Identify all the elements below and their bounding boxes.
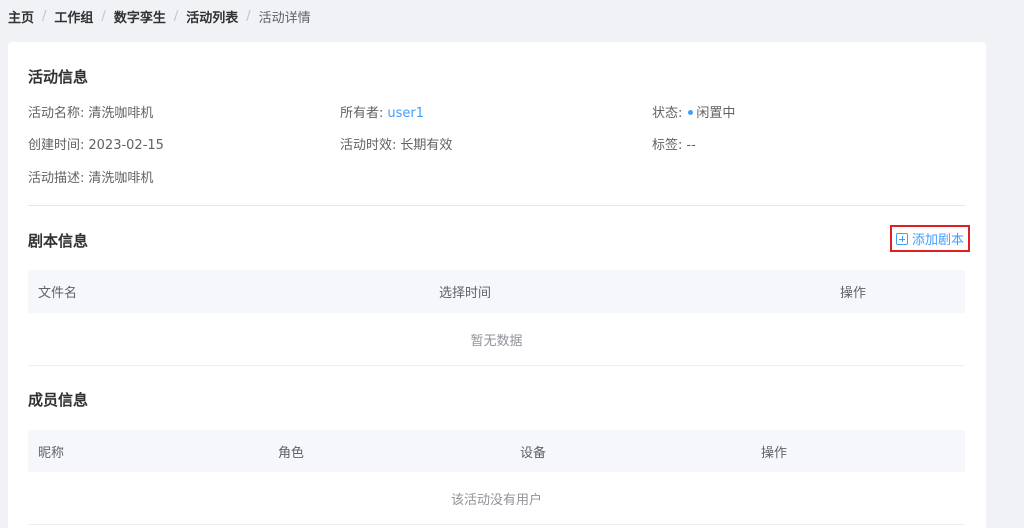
script-table-header: 文件名 选择时间 操作 <box>28 270 965 313</box>
detail-card: 活动信息 活动名称: 清洗咖啡机 所有者: user1 状态: 闲置中 创建时间: 20… <box>8 42 986 528</box>
plus-square-icon <box>895 232 908 245</box>
add-script-label: 添加剧本 <box>911 233 964 248</box>
owner-link[interactable]: user1 <box>387 106 424 121</box>
status-value: 闲置中 <box>696 106 736 121</box>
breadcrumb-digital-twin[interactable]: 数字孪生 <box>114 7 166 26</box>
tags-label: 标签: <box>652 138 683 153</box>
tags-value: -- <box>686 138 696 153</box>
created-time-field: 创建时间: 2023-02-15 <box>28 134 164 153</box>
activity-name-value: 清洗咖啡机 <box>88 106 154 121</box>
validity-label: 活动时效: <box>340 138 397 153</box>
owner-field: 所有者: user1 <box>340 102 424 121</box>
column-header-nickname: 昵称 <box>38 445 65 461</box>
activity-name-field: 活动名称: 清洗咖啡机 <box>28 102 153 121</box>
script-info-title: 剧本信息 <box>28 232 89 250</box>
column-header-actions: 操作 <box>761 445 788 461</box>
created-time-value: 2023-02-15 <box>88 138 164 153</box>
status-dot-icon <box>688 110 694 115</box>
breadcrumb-separator: / <box>42 8 47 24</box>
column-header-select-time: 选择时间 <box>439 286 492 301</box>
status-field: 状态: 闲置中 <box>652 102 735 121</box>
column-header-role: 角色 <box>278 445 305 461</box>
breadcrumb-separator: / <box>101 8 106 24</box>
description-label: 活动描述: <box>28 171 85 186</box>
breadcrumb: 主页 / 工作组 / 数字孪生 / 活动列表 / 活动详情 <box>8 6 311 26</box>
description-value: 清洗咖啡机 <box>88 171 154 186</box>
column-header-device: 设备 <box>520 445 547 461</box>
member-info-title: 成员信息 <box>28 391 89 409</box>
member-table: 昵称 角色 设备 操作 该活动没有用户 <box>28 430 965 525</box>
breadcrumb-current: 活动详情 <box>258 10 311 26</box>
breadcrumb-separator: / <box>173 8 179 24</box>
add-script-button[interactable]: 添加剧本 <box>890 225 970 252</box>
breadcrumb-home[interactable]: 主页 <box>8 7 34 26</box>
created-time-label: 创建时间: <box>28 138 85 153</box>
activity-name-label: 活动名称: <box>28 106 85 121</box>
validity-value: 长期有效 <box>400 138 453 153</box>
script-table: 文件名 选择时间 操作 暂无数据 <box>28 270 965 366</box>
script-table-empty: 暂无数据 <box>28 313 965 366</box>
breadcrumb-workgroup[interactable]: 工作组 <box>54 7 93 26</box>
tags-field: 标签: -- <box>652 134 696 153</box>
member-table-header: 昵称 角色 设备 操作 <box>28 430 965 472</box>
breadcrumb-activity-list[interactable]: 活动列表 <box>186 7 238 26</box>
status-label: 状态: <box>652 106 683 121</box>
activity-info-title: 活动信息 <box>28 68 89 86</box>
breadcrumb-separator: / <box>246 8 251 24</box>
column-header-actions: 操作 <box>840 286 867 301</box>
description-field: 活动描述: 清洗咖啡机 <box>28 167 153 186</box>
column-header-filename: 文件名 <box>38 286 78 301</box>
section-divider <box>28 205 965 206</box>
validity-field: 活动时效: 长期有效 <box>340 134 452 153</box>
member-table-empty: 该活动没有用户 <box>28 472 965 525</box>
owner-label: 所有者: <box>340 106 384 121</box>
